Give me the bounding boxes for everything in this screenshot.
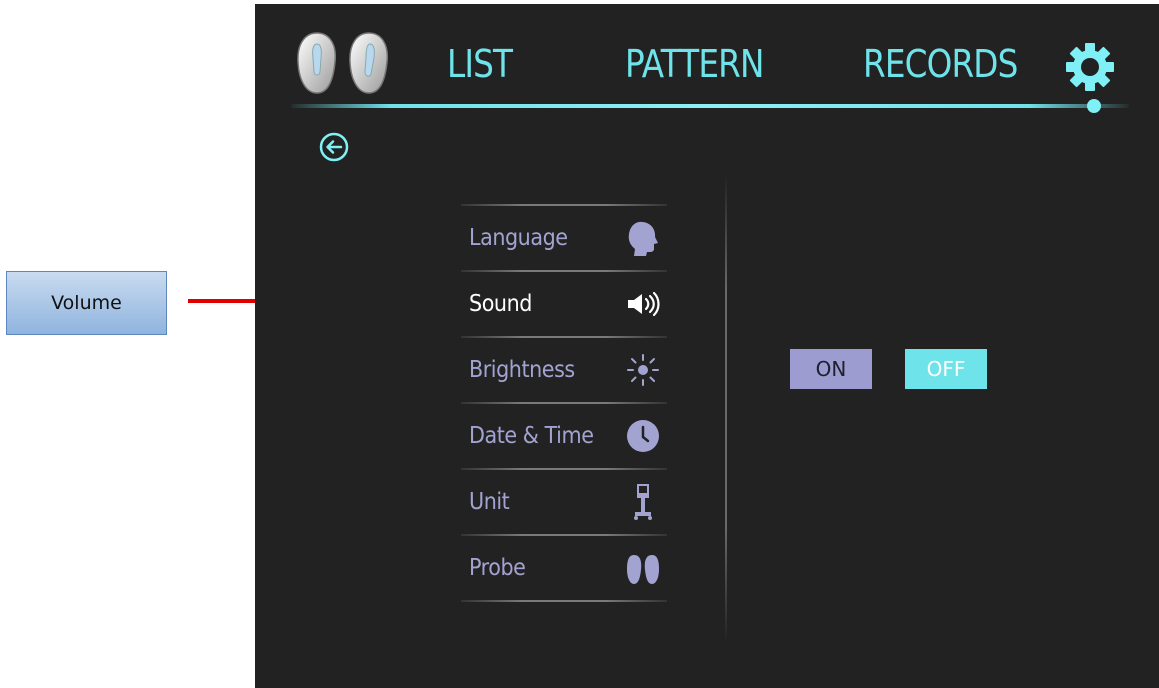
tab-pattern[interactable]: PATTERN [625,42,764,86]
device-screen: LIST PATTERN RECORDS Language Sound Brig… [255,4,1159,688]
speaker-icon [628,291,660,317]
menu-item-label: Unit [469,489,510,515]
clock-icon [627,420,659,452]
menu-item-date-time[interactable]: Date & Time [461,404,667,468]
nav-underline [291,104,1129,108]
off-button[interactable]: OFF [905,349,987,389]
volume-callout: Volume [6,271,167,335]
menu-item-label: Probe [469,555,526,581]
menu-item-brightness[interactable]: Brightness [461,338,667,402]
menu-item-sound[interactable]: Sound [461,272,667,336]
on-button[interactable]: ON [790,349,872,389]
unit-stand-icon [634,484,652,520]
menu-item-language[interactable]: Language [461,206,667,270]
menu-item-label: Language [469,225,568,251]
sun-icon [627,354,659,386]
tab-list[interactable]: LIST [447,42,513,86]
menu-item-label: Sound [469,291,532,317]
callout-label: Volume [51,292,122,314]
settings-menu: Language Sound Brightness Date & Time Un… [461,204,667,602]
vertical-divider [725,174,727,644]
active-tab-indicator [1087,99,1101,113]
menu-item-unit[interactable]: Unit [461,470,667,534]
gear-icon[interactable] [1063,40,1117,94]
probe-logo-icon [297,32,389,94]
menu-item-label: Date & Time [469,423,594,449]
menu-item-probe[interactable]: Probe [461,536,667,600]
menu-item-label: Brightness [469,357,575,383]
head-profile-icon [628,221,658,256]
tab-records[interactable]: RECORDS [863,42,1018,86]
probe-icon [627,555,659,584]
back-arrow-icon[interactable] [319,132,349,162]
menu-divider [461,600,667,602]
